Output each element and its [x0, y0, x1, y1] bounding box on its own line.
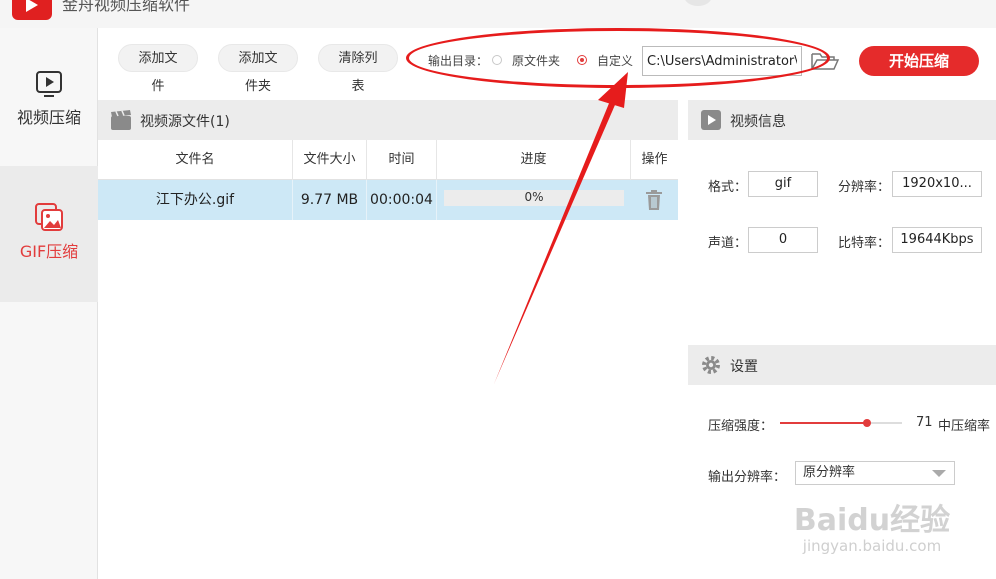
format-label: 格式：: [708, 180, 748, 195]
file-panel-header: 视频源文件(1): [98, 100, 678, 140]
clear-list-button[interactable]: 清除列表: [318, 44, 398, 94]
start-compress-button[interactable]: 开始压缩: [859, 46, 979, 76]
table-row[interactable]: 江下办公.gif 9.77 MB 00:00:04 0%: [98, 180, 678, 220]
bitrate-field: 19644Kbps: [892, 227, 982, 253]
column-header-name: 文件名: [98, 140, 293, 180]
channel-label: 声道：: [708, 236, 748, 251]
sidebar-item-video-compress[interactable]: 视频压缩: [0, 28, 98, 164]
annotation-oval: [406, 28, 830, 88]
baidu-watermark-url: jingyan.baidu.com: [802, 537, 942, 555]
column-header-action: 操作: [641, 152, 668, 167]
compression-desc: 中压缩率: [938, 419, 991, 434]
sidebar-item-label: GIF压缩: [19, 242, 79, 261]
progress-bar: 0%: [444, 190, 624, 206]
sidebar-item-label: 视频压缩: [16, 108, 81, 127]
column-header-time: 时间: [367, 140, 437, 180]
output-resolution-label: 输出分辨率：: [708, 470, 787, 485]
video-play-icon: [36, 71, 62, 97]
add-folder-button[interactable]: 添加文件夹: [218, 44, 298, 94]
chevron-down-icon: [932, 470, 946, 477]
image-gif-icon: [35, 203, 63, 231]
baidu-watermark: Baidu经验: [793, 503, 951, 538]
file-panel-title: 视频源文件(1): [140, 114, 230, 130]
output-resolution-value: 原分辨率: [803, 465, 856, 480]
column-header-size: 文件大小: [293, 140, 367, 180]
column-header-progress: 进度: [437, 140, 631, 180]
bitrate-label: 比特率：: [838, 236, 891, 251]
user-avatar[interactable]: [684, 0, 712, 6]
settings-header: 设置: [688, 345, 996, 385]
video-info-title: 视频信息: [730, 114, 786, 130]
channel-field: 0: [748, 227, 818, 253]
resolution-field: 1920x10...: [892, 171, 982, 197]
compression-slider[interactable]: [780, 419, 902, 427]
file-table-header: 文件名 文件大小 时间 进度 操作: [98, 140, 678, 180]
sidebar-item-gif-compress[interactable]: GIF压缩: [0, 166, 98, 302]
compression-slider-fill: [780, 422, 867, 424]
annotation-arrow: [494, 72, 628, 384]
compression-value: 71: [916, 415, 933, 430]
compression-label: 压缩强度：: [708, 419, 774, 434]
clapperboard-icon: [111, 110, 131, 130]
gear-icon: [702, 356, 720, 374]
settings-title: 设置: [730, 359, 758, 375]
file-size-cell: 9.77 MB: [293, 180, 367, 220]
app-title: 金舟视频压缩软件: [62, 0, 191, 14]
compression-slider-thumb[interactable]: [862, 419, 871, 427]
trash-icon[interactable]: [645, 190, 663, 210]
video-info-header: 视频信息: [688, 100, 996, 140]
add-file-button[interactable]: 添加文件: [118, 44, 198, 94]
output-resolution-select[interactable]: 原分辨率: [795, 461, 955, 485]
video-info-icon: [701, 110, 721, 130]
progress-text: 0%: [524, 190, 544, 204]
file-name-cell: 江下办公.gif: [98, 180, 293, 220]
app-logo-icon: [12, 0, 52, 20]
sidebar: 视频压缩 GIF压缩: [0, 28, 98, 579]
resolution-label: 分辨率：: [838, 180, 891, 195]
format-field: gif: [748, 171, 818, 197]
file-duration-cell: 00:00:04: [367, 180, 437, 220]
title-bar: 金舟视频压缩软件: [0, 0, 996, 28]
